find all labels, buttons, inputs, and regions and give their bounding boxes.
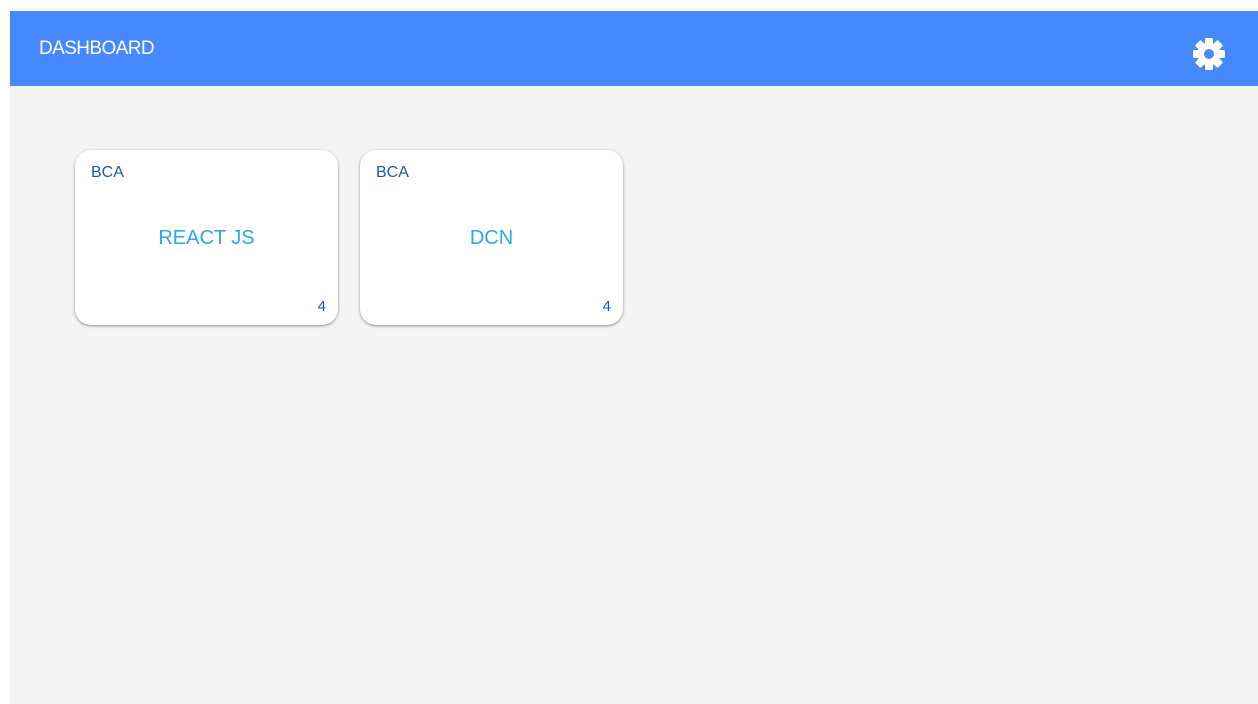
top-app-bar: DASHBOARD [10, 11, 1258, 86]
card-subject: DCN [469, 227, 514, 249]
page-title: DASHBOARD [39, 38, 155, 59]
settings-button[interactable] [1190, 35, 1228, 73]
gear-icon [1193, 38, 1225, 70]
subject-card-dcn[interactable]: BCA DCN 4 [360, 150, 623, 325]
card-count: 4 [317, 298, 326, 315]
card-subject: REACT JS [158, 227, 255, 249]
subject-card-react-js[interactable]: BCA REACT JS 4 [75, 150, 338, 325]
card-count: 4 [602, 298, 611, 315]
app-window: DASHBOARD BCA REACT JS 4 BCA DCN 4 [10, 11, 1258, 704]
card-department: BCA [91, 164, 124, 181]
card-department: BCA [376, 164, 409, 181]
